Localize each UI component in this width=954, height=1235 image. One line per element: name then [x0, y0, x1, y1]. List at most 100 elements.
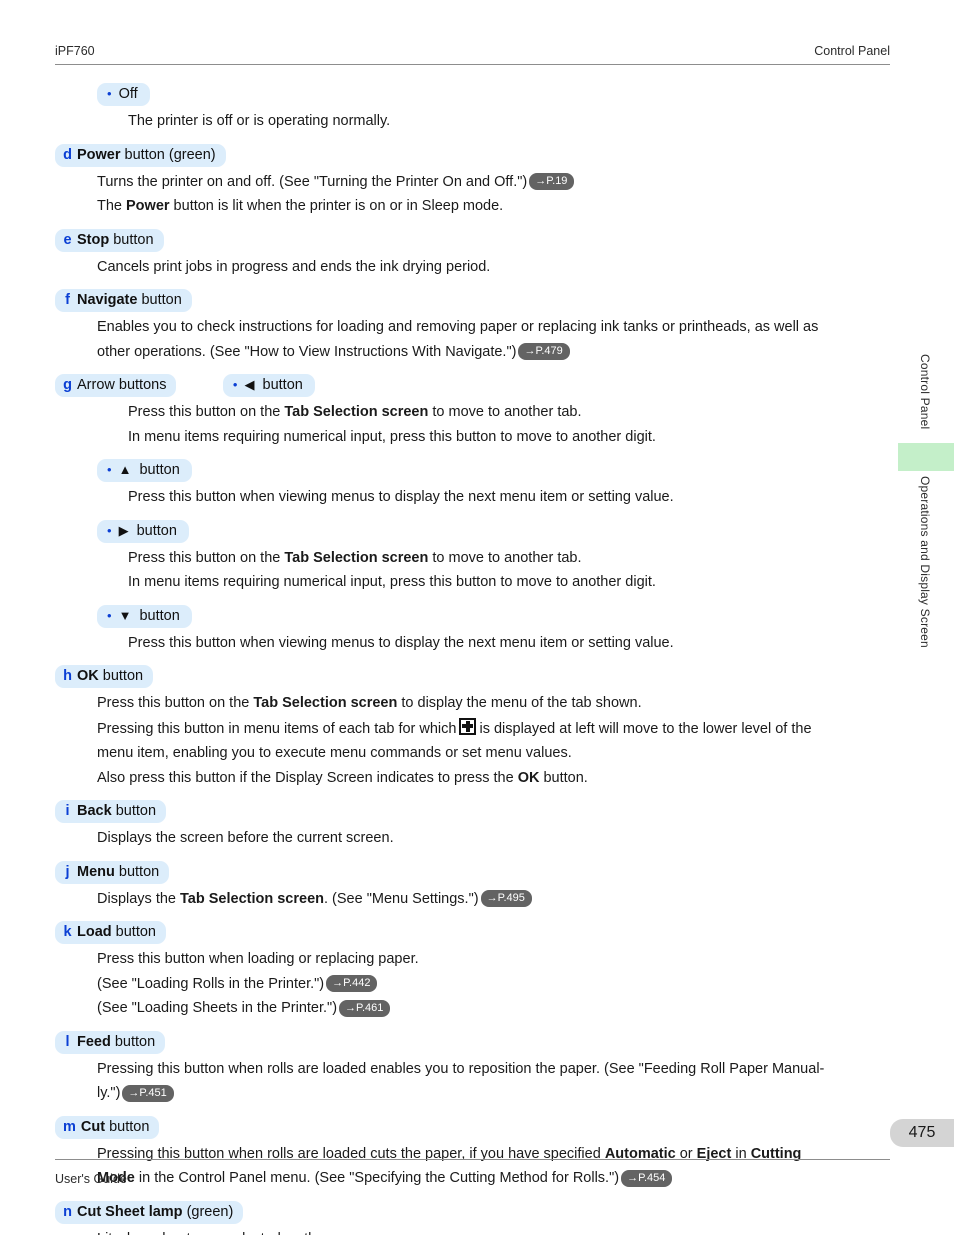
block-arrow-buttons: g Arrow buttons • ◀ button Press this butt… — [55, 363, 890, 654]
t: ly.") — [97, 1085, 121, 1101]
right-arrow-description-1: Press this button on the Tab Selection s… — [128, 548, 890, 570]
chip-arrow-buttons: g Arrow buttons — [55, 374, 177, 397]
page-ref-badge[interactable]: →P.19 — [529, 173, 575, 190]
chip-strong: Cut Sheet lamp — [77, 1203, 183, 1220]
chip-letter: l — [65, 1033, 70, 1050]
t: Pressing this button in menu items of ea… — [97, 720, 457, 737]
chip-menu-button: j Menu button — [55, 860, 170, 884]
page-ref-badge[interactable]: →P.461 — [339, 999, 391, 1017]
chip-normal: button — [114, 863, 160, 880]
ok-description-1: Press this button on the Tab Selection s… — [97, 693, 890, 715]
side-tab-operations-and-display-screen[interactable]: Operations and Display Screen — [918, 476, 932, 648]
chip-strong: Load — [77, 924, 112, 940]
t: button. — [539, 769, 588, 786]
chip-letter: i — [65, 803, 70, 819]
left-arrow-icon: ◀ — [244, 377, 255, 392]
chip-cut-button: m Cut button — [55, 1115, 160, 1139]
chip-up-arrow-button: • ▲ button — [97, 459, 192, 482]
down-arrow-description: Press this button when viewing menus to … — [128, 634, 674, 651]
chip-normal: button — [105, 1118, 150, 1135]
power-description-2: The Power button is lit when the printer… — [97, 196, 890, 218]
menu-description: Displays the Tab Selection screen. (See … — [97, 889, 890, 911]
page-number-badge: 475 — [890, 1119, 954, 1147]
block-off: • Off The printer is off or is operating … — [55, 72, 890, 133]
chip-power-button: d Power button (green) — [55, 143, 226, 167]
t: (See "Loading Sheets in the Printer.") — [97, 1000, 338, 1016]
back-description: Displays the screen before the current s… — [97, 830, 394, 846]
block-ok-button: h OK button Press this button on the Tab … — [55, 654, 890, 789]
page-ref-badge[interactable]: →P.442 — [326, 975, 378, 992]
t: (See "Loading Rolls in the Printer.") — [97, 975, 325, 992]
ok-term: OK — [517, 769, 540, 786]
chip-normal: (green) — [182, 1203, 234, 1220]
chip-down-arrow-button: • ▼ button — [97, 604, 192, 628]
side-tab-active-marker[interactable] — [898, 443, 954, 471]
chip-letter: g — [63, 377, 72, 393]
t: to move to another tab. — [428, 404, 582, 420]
chip-strong: Back — [77, 803, 112, 819]
block-navigate-button: f Navigate button Enables you to check in… — [55, 278, 890, 363]
navigate-description-2: other operations. (See "How to View Inst… — [97, 342, 890, 364]
block-load-button: k Load button Press this button when load… — [55, 910, 890, 1020]
ok-description-4: Also press this button if the Display Sc… — [97, 768, 890, 790]
page-ref-badge[interactable]: →P.454 — [621, 1169, 673, 1187]
chip-normal: button — [137, 292, 182, 308]
t: Also press this button if the Display Sc… — [97, 769, 518, 786]
chip-strong: Cut — [80, 1118, 106, 1135]
t: Press this button on the — [97, 695, 254, 711]
block-menu-button: j Menu button Displays the Tab Selection … — [55, 850, 890, 911]
feed-description-1: Pressing this button when rolls are load… — [97, 1060, 825, 1077]
chip-strong: Stop — [77, 231, 110, 248]
t: Press this button on the — [128, 404, 285, 420]
chip-cut-sheet-lamp: n Cut Sheet lamp (green) — [55, 1200, 244, 1224]
cut-sheet-lamp-description: Lit when sheets are selected as the pape… — [97, 1229, 890, 1235]
chip-right-arrow-button: • ▶ button — [97, 519, 189, 543]
left-arrow-description-1: Press this button on the Tab Selection s… — [128, 402, 890, 424]
chip-letter: n — [63, 1203, 72, 1220]
right-arrow-description-2: In menu items requiring numerical input,… — [128, 574, 656, 590]
footer-divider — [55, 1159, 890, 1160]
tab-selection-screen-term: Tab Selection screen — [253, 695, 398, 711]
left-arrow-description-2: In menu items requiring numerical input,… — [128, 428, 656, 445]
chip-normal: button — [110, 1033, 156, 1050]
bullet-dot-icon: • — [232, 377, 238, 392]
plus-box-icon — [459, 717, 477, 735]
block-cut-button: m Cut button Pressing this button when ro… — [55, 1105, 890, 1190]
chip-letter: j — [65, 863, 70, 880]
cut-description-1: Pressing this button when rolls are load… — [97, 1144, 890, 1166]
chip-normal: button — [109, 231, 154, 248]
page-ref-badge[interactable]: →P.495 — [480, 890, 532, 907]
tab-selection-screen-term: Tab Selection screen — [284, 549, 429, 566]
chip-label: button — [135, 607, 180, 624]
t: in the Control Panel menu. (See "Specify… — [134, 1170, 620, 1186]
chip-normal: button (green) — [120, 146, 216, 163]
chip-label: Off — [118, 86, 138, 102]
chip-strong: Feed — [77, 1033, 111, 1050]
t: . (See "Menu Settings.") — [324, 890, 479, 907]
down-arrow-icon: ▼ — [118, 607, 132, 623]
side-tab-control-panel[interactable]: Control Panel — [918, 354, 932, 429]
power-desc-text: Turns the printer on and off. (See "Turn… — [97, 173, 528, 190]
page-ref-badge[interactable]: →P.451 — [122, 1084, 174, 1102]
block-stop-button: e Stop button Cancels print jobs in progr… — [55, 218, 890, 279]
page-content: • Off The printer is off or is operating … — [55, 72, 890, 1235]
navigate-description-1: Enables you to check instructions for lo… — [97, 319, 819, 335]
stop-description: Cancels print jobs in progress and ends … — [97, 258, 491, 275]
navigate-desc2-text: other operations. (See "How to View Inst… — [97, 343, 517, 360]
chip-left-arrow-button: • ◀ button — [222, 374, 315, 397]
chip-label: button — [258, 377, 303, 393]
chip-normal: Arrow buttons — [77, 377, 167, 393]
chip-letter: h — [63, 668, 72, 684]
chip-normal: button — [98, 668, 144, 684]
chip-back-button: i Back button — [55, 800, 167, 823]
page-ref-badge[interactable]: →P.479 — [518, 343, 570, 360]
up-arrow-description: Press this button when viewing menus to … — [128, 489, 674, 505]
chip-label: button — [132, 522, 177, 539]
t: to display the menu of the tab shown. — [397, 695, 642, 711]
block-cut-sheet-lamp: n Cut Sheet lamp (green) Lit when sheets … — [55, 1190, 890, 1235]
bullet-dot-icon: • — [107, 86, 112, 101]
document-page: iPF760 Control Panel Control Panel Opera… — [0, 0, 954, 1235]
power-desc2-bold: Power — [126, 198, 170, 214]
t: Press this button on the — [128, 549, 285, 566]
bullet-dot-icon: • — [107, 462, 112, 477]
